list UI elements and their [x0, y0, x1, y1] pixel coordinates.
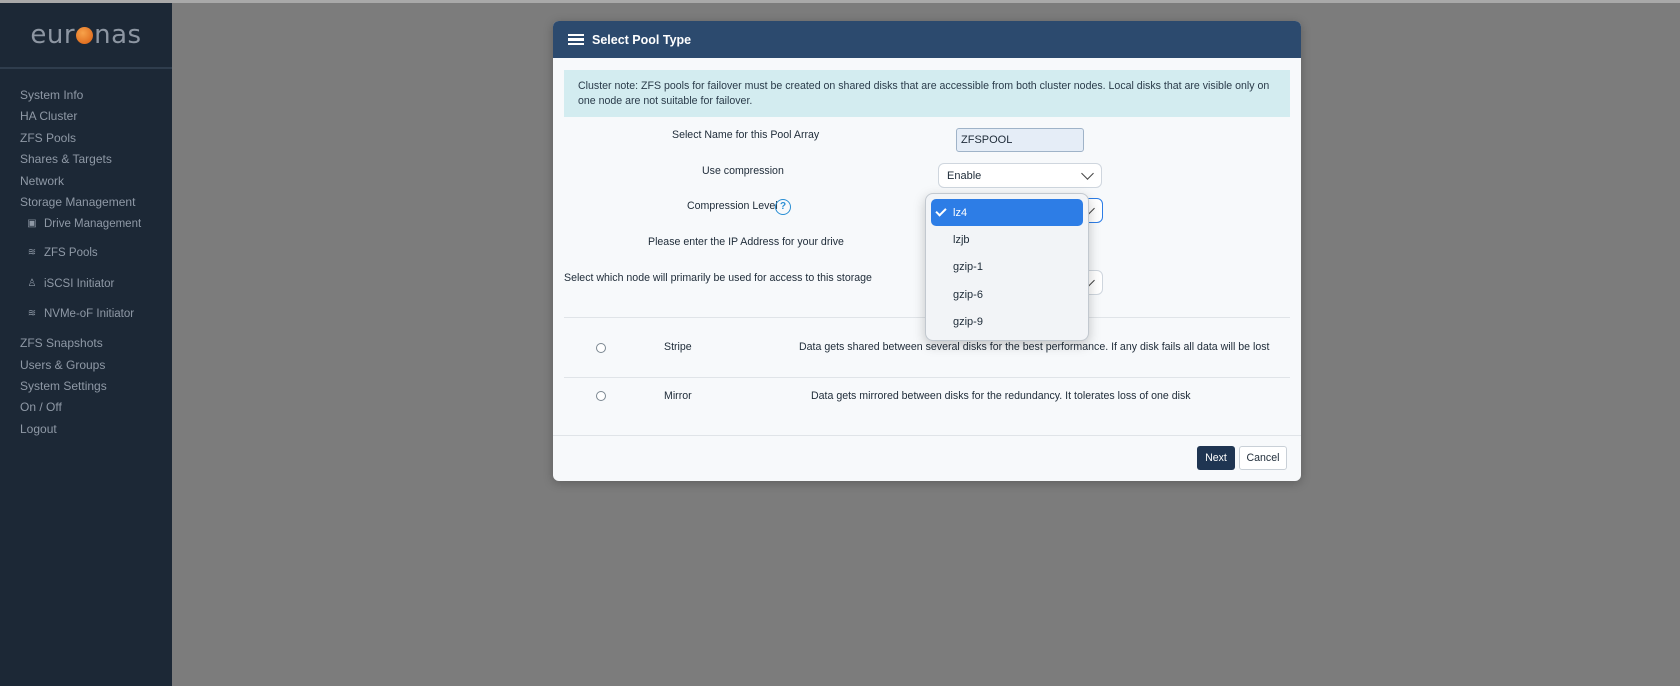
sidebar-item-users-groups[interactable]: Users & Groups [0, 355, 172, 376]
logo-suffix: nas [94, 20, 142, 50]
user-node-icon: ♙ [27, 277, 37, 289]
mirror-description: Data gets mirrored between disks for the… [811, 390, 1191, 402]
layers-icon: ≋ [27, 308, 37, 320]
cluster-note: Cluster note: ZFS pools for failover mus… [564, 70, 1290, 117]
compression-level-label: Compression Level [687, 200, 778, 212]
logo-orb-icon [76, 26, 94, 44]
stripe-description: Data gets shared between several disks f… [799, 341, 1270, 353]
pool-name-input[interactable]: ZFSPOOL [956, 128, 1084, 152]
mirror-label: Mirror [664, 390, 692, 402]
sidebar-item-system-settings[interactable]: System Settings [0, 376, 172, 397]
option-label: gzip-1 [953, 261, 983, 274]
primary-node-label: Select which node will primarily be used… [564, 272, 872, 284]
list-icon [568, 33, 584, 47]
option-label: lzjb [953, 234, 970, 247]
compression-label: Use compression [702, 165, 784, 177]
checkmark-icon [935, 205, 947, 217]
sidebar-subitem-drive-management[interactable]: ▣ Drive Management [0, 213, 172, 234]
divider [564, 377, 1290, 378]
dialog-title: Select Pool Type [592, 32, 692, 47]
sidebar-item-zfs-snapshots[interactable]: ZFS Snapshots [0, 333, 172, 354]
drive-icon: ▣ [27, 217, 37, 229]
sidebar-item-shares-targets[interactable]: Shares & Targets [0, 149, 172, 170]
pool-name-label: Select Name for this Pool Array [672, 129, 820, 141]
sidebar-subitem-label: ZFS Pools [44, 247, 98, 260]
sidebar-nav: System Info HA Cluster ZFS Pools Shares … [0, 69, 172, 440]
option-label: lz4 [953, 206, 968, 219]
option-gzip-9[interactable]: gzip-9 [931, 309, 1083, 336]
cancel-button[interactable]: Cancel [1239, 446, 1287, 470]
compression-value: Enable [947, 169, 982, 182]
sidebar-item-logout[interactable]: Logout [0, 419, 172, 440]
sidebar-subitem-label: Drive Management [44, 217, 142, 230]
compression-level-dropdown: lz4 lzjb gzip-1 gzip-6 gzip-9 [925, 193, 1089, 341]
dialog-header: Select Pool Type [553, 21, 1301, 58]
logo-prefix: eur [30, 20, 76, 50]
option-lz4[interactable]: lz4 [931, 199, 1083, 227]
footer-divider [553, 435, 1301, 436]
sidebar-item-network[interactable]: Network [0, 171, 172, 192]
option-lzjb[interactable]: lzjb [931, 226, 1083, 253]
sidebar-subitem-iscsi-initiator[interactable]: ♙ iSCSI Initiator [0, 269, 172, 299]
stripe-radio[interactable] [596, 343, 606, 353]
top-border [0, 0, 1680, 3]
sidebar: eur nas System Info HA Cluster ZFS Pools … [0, 3, 172, 686]
chevron-down-icon [1081, 167, 1094, 180]
option-gzip-1[interactable]: gzip-1 [931, 254, 1083, 281]
next-button[interactable]: Next [1197, 446, 1235, 470]
sidebar-subitem-zfs-pools[interactable]: ≋ ZFS Pools [0, 238, 172, 268]
sidebar-item-system-info[interactable]: System Info [0, 85, 172, 106]
sidebar-item-zfs-pools[interactable]: ZFS Pools [0, 128, 172, 149]
option-label: gzip-9 [953, 316, 983, 329]
help-icon[interactable]: ? [775, 199, 791, 215]
euronas-logo: eur nas [0, 3, 172, 69]
mirror-radio[interactable] [596, 391, 606, 401]
option-label: gzip-6 [953, 288, 983, 301]
compression-select[interactable]: Enable [938, 163, 1102, 188]
option-gzip-6[interactable]: gzip-6 [931, 281, 1083, 308]
ip-address-label: Please enter the IP Address for your dri… [648, 236, 844, 248]
layers-icon: ≋ [27, 247, 37, 259]
stripe-label: Stripe [664, 341, 692, 353]
sidebar-subitem-label: iSCSI Initiator [44, 277, 115, 290]
sidebar-subitem-nvme-of-initiator[interactable]: ≋ NVMe-oF Initiator [0, 299, 172, 329]
sidebar-item-ha-cluster[interactable]: HA Cluster [0, 106, 172, 127]
sidebar-item-storage-management[interactable]: Storage Management [0, 192, 172, 213]
sidebar-item-on-off[interactable]: On / Off [0, 397, 172, 418]
sidebar-subitem-label: NVMe-oF Initiator [44, 308, 135, 321]
